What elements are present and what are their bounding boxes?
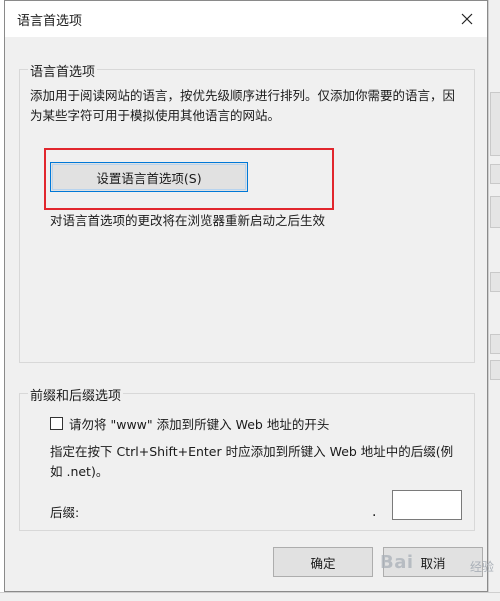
no-www-checkbox[interactable] <box>50 417 63 430</box>
group-title-language: 语言首选项 <box>28 61 98 80</box>
ok-button[interactable]: 确定 <box>273 547 373 577</box>
suffix-label: 后缀: <box>50 505 80 520</box>
background-control <box>490 92 500 156</box>
restart-note: 对语言首选项的更改将在浏览器重新启动之后生效 <box>50 213 326 228</box>
suffix-input[interactable] <box>392 490 462 520</box>
language-description: 添加用于阅读网站的语言，按优先级顺序进行排列。仅添加你需要的语言，因为某些字符可… <box>30 88 456 123</box>
background-control <box>490 164 500 184</box>
set-language-preferences-button[interactable]: 设置语言首选项(S) <box>50 162 248 192</box>
dialog-title: 语言首选项 <box>17 14 83 29</box>
group-title-prefix-suffix: 前缀和后缀选项 <box>28 385 124 404</box>
title-bar: 语言首选项 <box>5 1 487 37</box>
background-control <box>490 196 500 228</box>
language-preferences-dialog: 语言首选项 语言首选项 添加用于阅读网站的语言，按优先级顺序进行排列。仅添加你需… <box>4 0 488 592</box>
suffix-dot: . <box>372 504 377 520</box>
close-icon <box>461 13 473 25</box>
suffix-description: 指定在按下 Ctrl+Shift+Enter 时应添加到所键入 Web 地址中的… <box>50 444 454 479</box>
background-control <box>490 272 500 292</box>
no-www-label: 请勿将 "www" 添加到所键入 Web 地址的开头 <box>69 417 330 432</box>
close-button[interactable] <box>453 5 481 33</box>
cancel-button[interactable]: 取消 <box>383 547 483 577</box>
baidu-watermark-sub: 经验 <box>470 560 495 574</box>
prefix-suffix-group: 前缀和后缀选项 请勿将 "www" 添加到所键入 Web 地址的开头 指定在按下… <box>19 385 475 531</box>
language-preferences-group: 语言首选项 添加用于阅读网站的语言，按优先级顺序进行排列。仅添加你需要的语言，因… <box>19 61 475 363</box>
no-www-option[interactable]: 请勿将 "www" 添加到所键入 Web 地址的开头 <box>50 414 329 433</box>
background-window-edge <box>488 0 500 600</box>
background-control <box>490 360 500 380</box>
background-control <box>490 334 500 354</box>
